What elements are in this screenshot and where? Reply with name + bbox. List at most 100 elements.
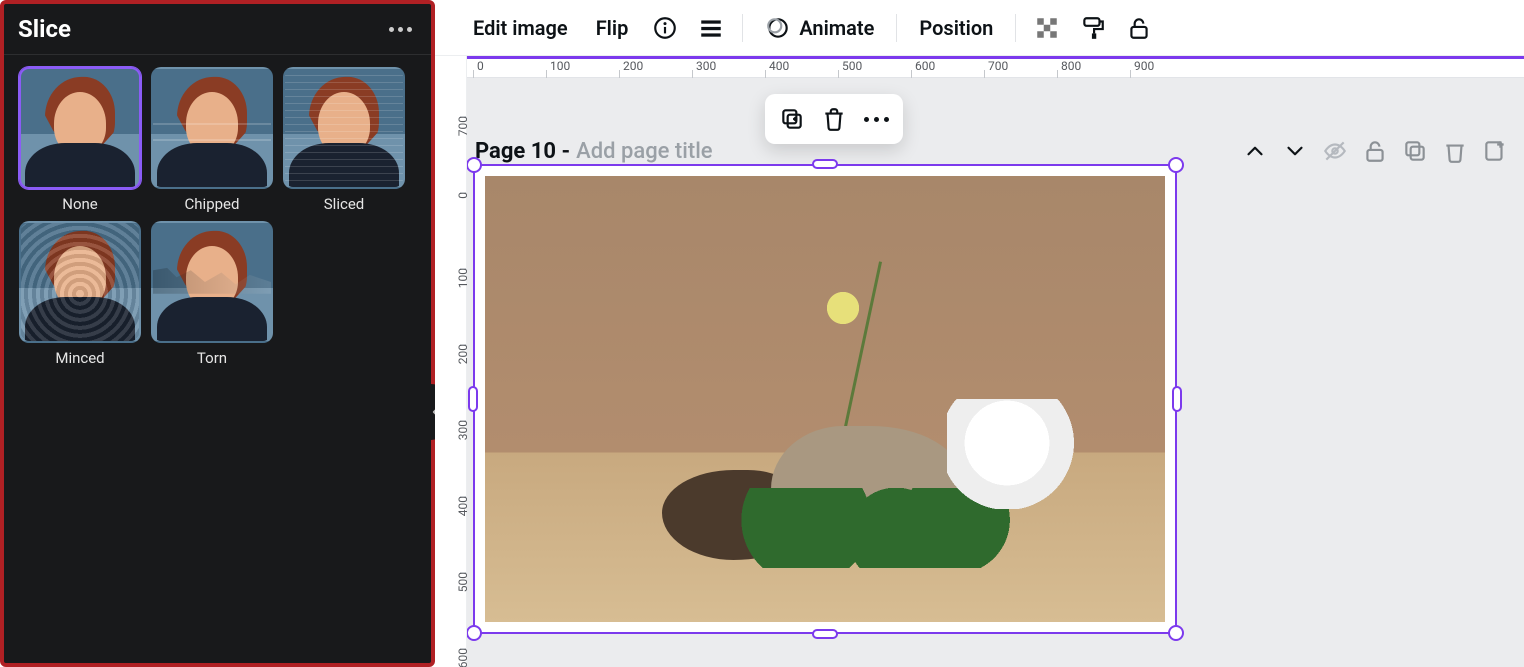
trash-icon (1442, 138, 1468, 164)
page-title-input[interactable]: Add page title (576, 139, 712, 164)
effect-thumb[interactable] (19, 67, 141, 189)
ruler-tick: 300 (696, 59, 716, 73)
lock-open-icon (1126, 15, 1152, 41)
lock-button[interactable] (1116, 11, 1162, 45)
transparency-button[interactable] (1024, 11, 1070, 45)
effect-option[interactable]: Chipped (150, 67, 274, 213)
ruler-mark (460, 344, 466, 345)
effect-option[interactable]: Minced (18, 221, 142, 367)
animate-icon (765, 15, 791, 41)
context-toolbar: Edit image Flip Animate Position (435, 0, 1524, 56)
effect-thumb[interactable] (283, 67, 405, 189)
lock-page-button[interactable] (1358, 134, 1392, 168)
ruler-mark (765, 70, 766, 78)
horizontal-ruler: 0 100 200 300 400 500 600 700 800 900 (467, 56, 1524, 78)
ruler-tick: 400 (769, 59, 789, 73)
ruler-mark (473, 70, 474, 78)
list-icon (698, 15, 724, 41)
move-page-up-button[interactable] (1238, 134, 1272, 168)
resize-handle-tl[interactable] (467, 157, 482, 173)
ruler-mark (1130, 70, 1131, 78)
panel-more-button[interactable] (385, 14, 415, 44)
effect-option[interactable]: Sliced (282, 67, 406, 213)
ruler-mark (838, 70, 839, 78)
animate-label: Animate (799, 16, 874, 40)
ruler-mark (460, 116, 466, 117)
transparency-icon (1034, 15, 1060, 41)
ruler-tick: 500 (842, 59, 862, 73)
ruler-tick: 0 (477, 59, 484, 73)
ruler-tick: 100 (550, 59, 570, 73)
ruler-tick: 800 (1061, 59, 1081, 73)
duplicate-page-header-button[interactable] (1398, 134, 1432, 168)
effects-grid: None Chipped Sliced Minced Torn (4, 55, 431, 379)
canvas-area[interactable]: 0 100 200 300 400 500 600 700 800 900 Page 10 - A… (467, 56, 1524, 667)
effect-label: Chipped (185, 195, 240, 213)
ruler-mark (460, 420, 466, 421)
flip-button[interactable]: Flip (582, 8, 643, 48)
ruler-mark (460, 572, 466, 573)
resize-handle-lm[interactable] (468, 386, 478, 412)
position-button[interactable]: Position (905, 8, 1007, 48)
ruler-tick: 200 (623, 59, 643, 73)
chevron-up-icon (1242, 138, 1268, 164)
effect-option[interactable]: None (18, 67, 142, 213)
add-page-button[interactable] (1478, 134, 1512, 168)
ruler-mark (984, 70, 985, 78)
resize-handle-bm[interactable] (812, 629, 838, 639)
canvas-image[interactable] (485, 176, 1165, 622)
move-page-down-button[interactable] (1278, 134, 1312, 168)
edit-image-button[interactable]: Edit image (459, 8, 582, 48)
animate-button[interactable]: Animate (751, 7, 888, 49)
vertical-ruler: 7000100200300400500600 (435, 56, 467, 667)
resize-handle-tm[interactable] (812, 159, 838, 169)
ruler-mark (619, 70, 620, 78)
ruler-mark (1057, 70, 1058, 78)
effect-label: Sliced (324, 195, 364, 213)
add-page-icon (1482, 138, 1508, 164)
eye-off-icon (1322, 138, 1348, 164)
more-icon (864, 117, 889, 122)
toolbar-separator (896, 14, 897, 42)
ruler-mark (460, 268, 466, 269)
ruler-mark (460, 496, 466, 497)
effects-side-panel: Slice None Chipped Sliced Minced Torn (0, 0, 435, 667)
info-button[interactable] (642, 11, 688, 45)
chevron-down-icon (1282, 138, 1308, 164)
lock-open-icon (1362, 138, 1388, 164)
effect-option[interactable]: Torn (150, 221, 274, 367)
ruler-tick: 900 (1134, 59, 1154, 73)
ruler-mark (911, 70, 912, 78)
effect-thumb[interactable] (151, 221, 273, 343)
info-icon (652, 15, 678, 41)
resize-handle-rm[interactable] (1172, 386, 1182, 412)
effect-thumb[interactable] (19, 221, 141, 343)
effect-label: Minced (55, 349, 104, 367)
delete-page-header-button[interactable] (1438, 134, 1472, 168)
ruler-tick: 700 (988, 59, 1008, 73)
duplicate-icon (1402, 138, 1428, 164)
resize-handle-tr[interactable] (1168, 157, 1184, 173)
ruler-mark (692, 70, 693, 78)
toolbar-separator (742, 14, 743, 42)
copy-style-button[interactable] (1070, 11, 1116, 45)
ruler-mark (460, 192, 466, 193)
list-style-button[interactable] (688, 11, 734, 45)
effect-label: None (62, 195, 98, 213)
panel-title: Slice (18, 15, 71, 43)
effect-label: Torn (197, 349, 227, 367)
toolbar-separator (1015, 14, 1016, 42)
effect-thumb[interactable] (151, 67, 273, 189)
ruler-mark (460, 648, 466, 649)
selected-image-frame[interactable] (473, 164, 1177, 634)
resize-handle-br[interactable] (1168, 625, 1184, 641)
ruler-mark (546, 70, 547, 78)
paint-roller-icon (1080, 15, 1106, 41)
hide-page-button[interactable] (1318, 134, 1352, 168)
more-icon (389, 27, 412, 32)
workspace: 7000100200300400500600 0 100 200 300 400 500 6… (435, 56, 1524, 667)
editor-area: Edit image Flip Animate Position (435, 0, 1524, 667)
page-number-label: Page 10 - (475, 139, 570, 164)
ruler-tick: 600 (915, 59, 935, 73)
resize-handle-bl[interactable] (467, 625, 482, 641)
